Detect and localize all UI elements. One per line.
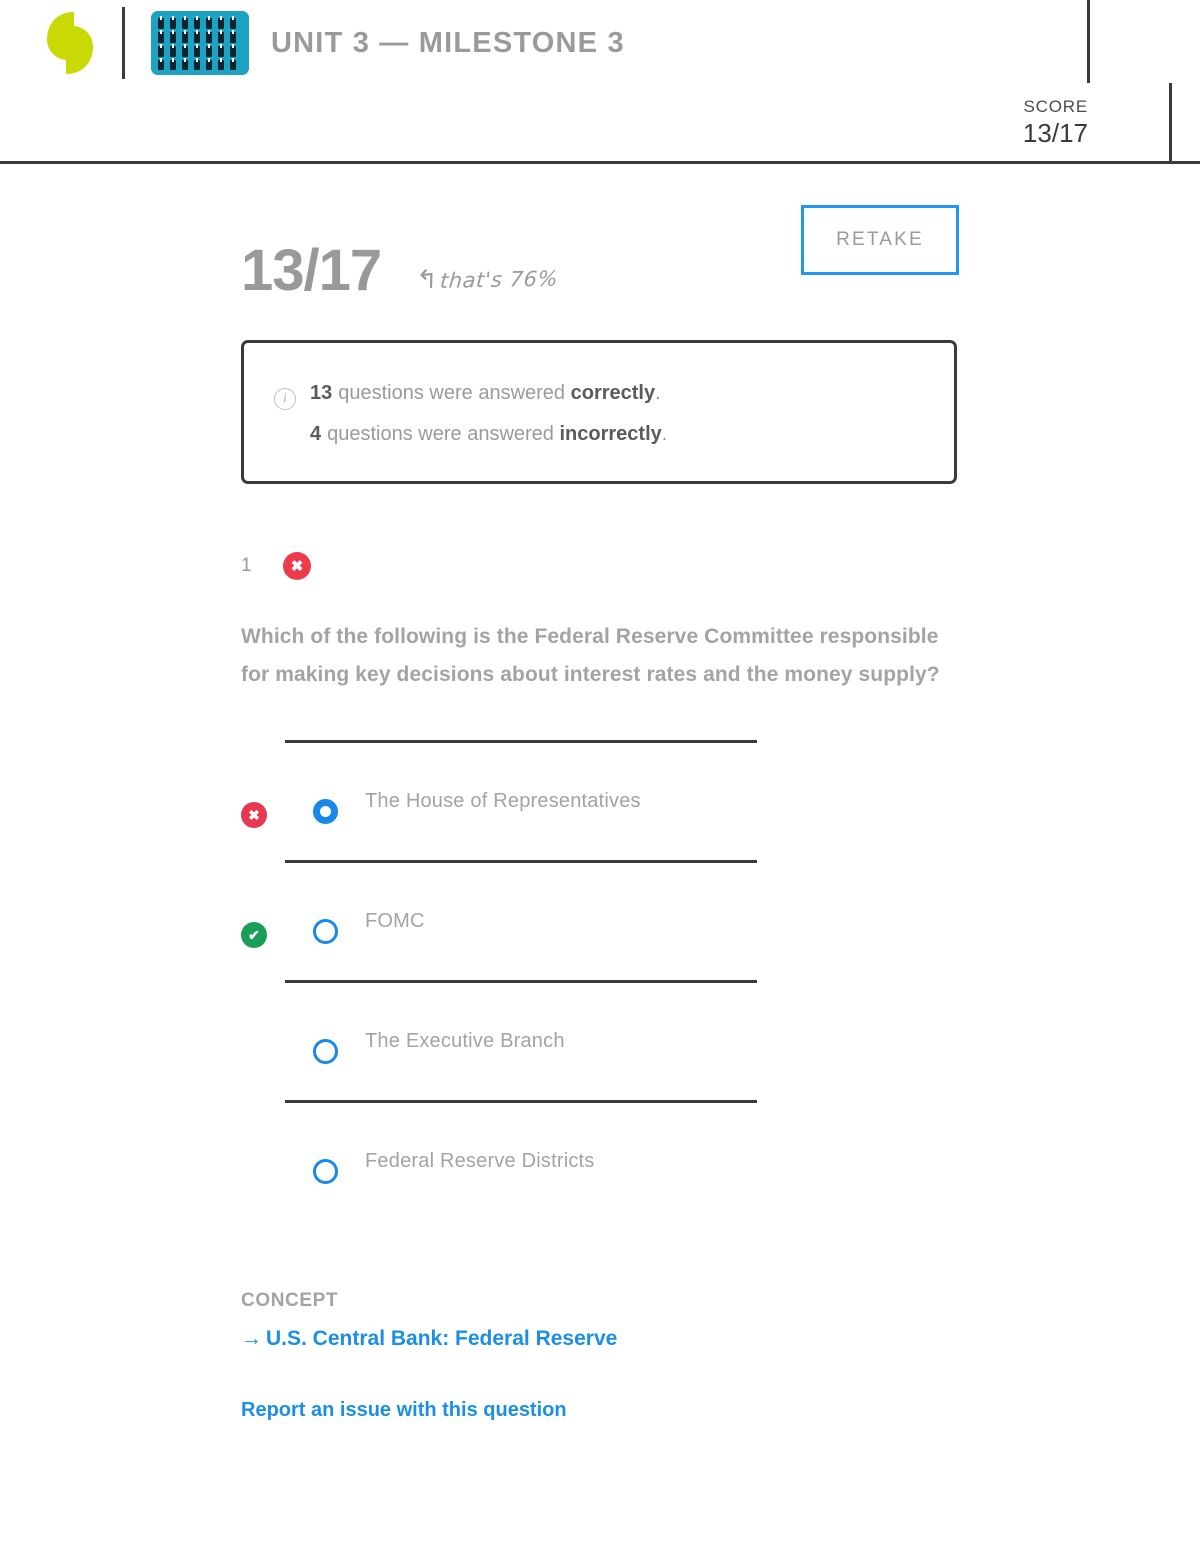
answer-options-list: ✖ The House of Representatives ✔ FOMC Th… <box>241 740 1160 1220</box>
answer-option-3[interactable]: The Executive Branch <box>241 980 1160 1100</box>
answer-option-1[interactable]: ✖ The House of Representatives <box>241 740 1160 860</box>
header-branding: UNIT 3 — MILESTONE 3 <box>44 7 625 79</box>
main-content: 13/17 ↰that's 76% RETAKE i 13 questions … <box>0 205 1200 1424</box>
option-separator <box>285 860 757 863</box>
option-label: The Executive Branch <box>365 1030 565 1052</box>
incorrect-text-post: . <box>661 423 668 445</box>
score-value: 13/17 <box>1022 118 1088 148</box>
incorrect-text-pre: questions were answered <box>327 423 554 445</box>
header-score: SCORE 13/17 <box>1023 96 1088 148</box>
answer-option-2[interactable]: ✔ FOMC <box>241 860 1160 980</box>
report-issue-link[interactable]: Report an issue with this question <box>241 1396 1160 1424</box>
page-header: UNIT 3 — MILESTONE 3 SCORE 13/17 <box>0 0 1200 164</box>
incorrect-summary-line: 4 questions were answered incorrectly . <box>274 414 928 455</box>
retake-button[interactable]: RETAKE <box>801 205 959 275</box>
correct-count: 13 <box>310 382 333 404</box>
concept-label: CONCEPT <box>241 1290 339 1311</box>
option-radio-selected[interactable] <box>313 799 338 824</box>
concept-block: CONCEPT → U.S. Central Bank: Federal Rese… <box>241 1286 1160 1424</box>
milestone-results-page: UNIT 3 — MILESTONE 3 SCORE 13/17 13/17 ↰… <box>0 0 1200 1553</box>
option-label: Federal Reserve Districts <box>365 1150 595 1172</box>
handwritten-arrow-icon: ↰ <box>414 264 439 297</box>
concept-link[interactable]: → U.S. Central Bank: Federal Reserve <box>241 1324 1160 1354</box>
sophia-leaf-logo <box>47 12 93 74</box>
correct-summary-line: i 13 questions were answered correctly . <box>274 373 928 414</box>
question-header: 1 ✖ <box>241 550 1160 582</box>
big-score: 13/17 <box>241 238 382 303</box>
info-icon-spacer <box>274 421 296 443</box>
question-block: 1 ✖ Which of the following is the Federa… <box>241 550 1160 1424</box>
question-text: Which of the following is the Federal Re… <box>241 625 940 686</box>
correct-text-pre: questions were answered <box>338 382 566 404</box>
correct-text-post: . <box>655 382 661 404</box>
header-vertical-rule-top <box>1087 0 1090 83</box>
incorrect-text-bold: incorrectly <box>559 423 662 445</box>
option-separator <box>285 1100 757 1103</box>
answer-option-4[interactable]: Federal Reserve Districts <box>241 1100 1160 1220</box>
option-radio[interactable] <box>313 1039 338 1064</box>
question-number: 1 <box>241 555 252 576</box>
header-divider <box>122 7 125 79</box>
question-status-incorrect-icon: ✖ <box>283 552 311 580</box>
option-correct-icon: ✔ <box>241 922 267 948</box>
header-vertical-rule-bottom <box>1169 83 1172 164</box>
option-label: The House of Representatives <box>365 790 641 812</box>
score-summary-row: 13/17 ↰that's 76% RETAKE <box>241 205 1160 318</box>
results-info-box: i 13 questions were answered correctly .… <box>241 340 957 484</box>
handwritten-percent-text: that's 76% <box>438 266 559 293</box>
score-label: SCORE <box>1023 97 1088 116</box>
incorrect-count: 4 <box>310 423 322 445</box>
option-radio[interactable] <box>313 1159 338 1184</box>
option-separator <box>285 740 757 743</box>
option-radio[interactable] <box>313 919 338 944</box>
arrow-right-icon: → <box>241 1327 262 1350</box>
page-title: UNIT 3 — MILESTONE 3 <box>271 26 625 59</box>
handwritten-percent-note: ↰that's 76% <box>414 263 559 296</box>
option-separator <box>285 980 757 983</box>
option-incorrect-icon: ✖ <box>241 802 267 828</box>
info-icon: i <box>274 388 296 410</box>
people-grid-icon <box>151 11 249 75</box>
option-label: FOMC <box>365 910 425 932</box>
correct-text-bold: correctly <box>570 382 656 404</box>
concept-link-text: U.S. Central Bank: Federal Reserve <box>266 1327 618 1350</box>
